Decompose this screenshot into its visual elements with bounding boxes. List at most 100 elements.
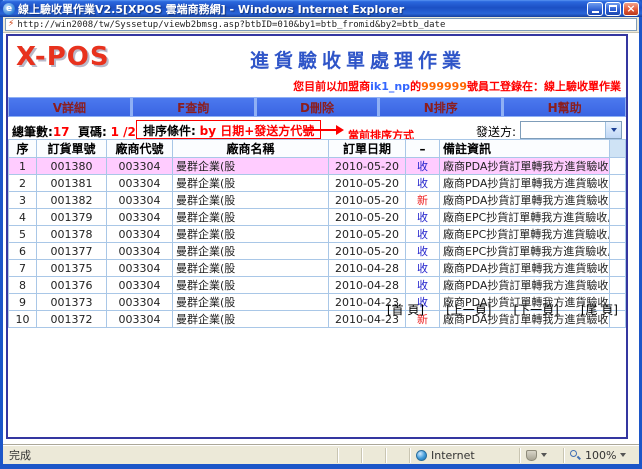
title-bar[interactable]: e 線上驗收單作業V2.5[XPOS 雲端商務網] - Windows Inte… — [0, 0, 642, 17]
cell-status: 收 — [406, 209, 440, 226]
cell-seq: 1 — [9, 158, 37, 175]
status-bar: 完成 Internet 100% — [3, 445, 639, 464]
cell-extra — [610, 175, 626, 192]
sort-condition-box: 排序條件: by 日期+發送方代號 — [136, 120, 321, 139]
ie-icon: e — [3, 3, 15, 15]
cell-vendor-name: 曼群企業(股 — [173, 158, 329, 175]
cell-vendor-code: 003304 — [107, 277, 173, 294]
protected-mode-panel[interactable] — [519, 448, 563, 463]
globe-icon — [416, 450, 427, 461]
table-row[interactable]: 4 001379 003304 曼群企業(股 2010-05-20 收 廠商EP… — [9, 209, 626, 226]
cell-remark: 廠商PDA抄貨訂單轉我方進貨驗收,訂單號：001382 — [440, 192, 610, 209]
toolbar-button[interactable]: N排序 — [379, 97, 503, 117]
browser-viewport: X-POS 進貨驗收單處理作業 您目前以加盟商ik1_np的999999號員工登… — [3, 34, 639, 439]
toolbar: V詳細 F查詢 D刪除 N排序 H幫助 — [8, 97, 626, 117]
header-status[interactable]: – — [406, 140, 440, 158]
magnifier-icon — [570, 450, 581, 461]
table-row[interactable]: 6 001377 003304 曼群企業(股 2010-05-20 收 廠商EP… — [9, 243, 626, 260]
login-text-mid: 的 — [410, 80, 421, 93]
cell-order-date: 2010-05-20 — [329, 209, 406, 226]
window-controls: × — [587, 2, 639, 16]
header-remark[interactable]: 備註資訊 — [440, 140, 610, 158]
zoom-level: 100% — [585, 449, 616, 462]
security-zone-text: Internet — [431, 449, 475, 462]
cell-status: 收 — [406, 243, 440, 260]
sender-label: 發送方: — [476, 123, 516, 140]
login-employee-id: 999999 — [421, 80, 467, 93]
cell-order-no: 001375 — [37, 260, 107, 277]
header-vendor-code[interactable]: 廠商代號 — [107, 140, 173, 158]
chevron-down-icon[interactable] — [605, 122, 621, 138]
cell-remark: 廠商EPC抄貨訂單轉我方進貨驗收,訂單號：001379 — [440, 209, 610, 226]
last-page-link[interactable]: [尾 頁] — [581, 301, 618, 318]
cell-extra — [610, 226, 626, 243]
cell-extra — [610, 260, 626, 277]
maximize-button[interactable] — [605, 2, 621, 16]
cell-remark: 廠商PDA抄貨訂單轉我方進貨驗收,訂單號：001375 — [440, 260, 610, 277]
status-text: 完成 — [3, 447, 337, 463]
cell-order-no: 001372 — [37, 311, 107, 328]
cell-status: 收 — [406, 158, 440, 175]
cell-vendor-code: 003304 — [107, 260, 173, 277]
cell-order-no: 001377 — [37, 243, 107, 260]
minimize-icon — [592, 11, 599, 13]
address-bar: ⚡ http://win2008/tw/Syssetup/viewb2bmsg.… — [3, 17, 639, 33]
cell-order-no: 001382 — [37, 192, 107, 209]
cell-order-date: 2010-04-28 — [329, 277, 406, 294]
cell-vendor-code: 003304 — [107, 192, 173, 209]
toolbar-button[interactable]: V詳細 — [8, 97, 132, 117]
toolbar-button[interactable]: H幫助 — [503, 97, 626, 117]
table-row[interactable]: 2 001381 003304 曼群企業(股 2010-05-20 收 廠商PD… — [9, 175, 626, 192]
table-row[interactable]: 8 001376 003304 曼群企業(股 2010-04-28 收 廠商PD… — [9, 277, 626, 294]
cell-order-no: 001373 — [37, 294, 107, 311]
table-row[interactable]: 5 001378 003304 曼群企業(股 2010-05-20 收 廠商EP… — [9, 226, 626, 243]
sort-arrow-line — [304, 129, 336, 131]
page-number: 頁碼: 1 /2 — [78, 123, 136, 140]
table-header-row: 序 訂貨單號 廠商代號 廠商名稱 訂單日期 – 備註資訊 — [9, 140, 626, 158]
protected-mode-icon — [526, 450, 537, 461]
cell-remark: 廠商PDA抄貨訂單轉我方進貨驗收,訂單號：001380 — [440, 158, 610, 175]
header-vendor-name[interactable]: 廠商名稱 — [173, 140, 329, 158]
url-input[interactable]: ⚡ http://win2008/tw/Syssetup/viewb2bmsg.… — [5, 18, 637, 31]
cell-vendor-name: 曼群企業(股 — [173, 277, 329, 294]
page-icon: ⚡ — [8, 20, 14, 29]
zoom-control[interactable]: 100% — [563, 448, 639, 463]
header-seq[interactable]: 序 — [9, 140, 37, 158]
orders-table: 序 訂貨單號 廠商代號 廠商名稱 訂單日期 – 備註資訊 1 — [8, 139, 626, 328]
first-page-link[interactable]: [首 頁] — [387, 301, 424, 318]
cell-vendor-name: 曼群企業(股 — [173, 175, 329, 192]
sender-select[interactable] — [520, 121, 622, 139]
page-frame: X-POS 進貨驗收單處理作業 您目前以加盟商ik1_np的999999號員工登… — [6, 34, 628, 439]
cell-order-date: 2010-05-20 — [329, 158, 406, 175]
header-order-date[interactable]: 訂單日期 — [329, 140, 406, 158]
cell-seq: 4 — [9, 209, 37, 226]
table-row[interactable]: 1 001380 003304 曼群企業(股 2010-05-20 收 廠商PD… — [9, 158, 626, 175]
status-panel-empty-3 — [385, 448, 409, 463]
ie-window: e 線上驗收單作業V2.5[XPOS 雲端商務網] - Windows Inte… — [0, 0, 642, 469]
next-page-link[interactable]: [下一頁] — [513, 301, 558, 318]
table-row[interactable]: 3 001382 003304 曼群企業(股 2010-05-20 新 廠商PD… — [9, 192, 626, 209]
cell-order-no: 001376 — [37, 277, 107, 294]
sort-arrow-icon — [336, 125, 344, 135]
toolbar-button[interactable]: D刪除 — [256, 97, 380, 117]
prev-page-link[interactable]: [上一頁] — [446, 301, 491, 318]
table-row[interactable]: 7 001375 003304 曼群企業(股 2010-04-28 收 廠商PD… — [9, 260, 626, 277]
page-title: 進貨驗收單處理作業 — [148, 46, 568, 73]
cell-order-date: 2010-04-28 — [329, 260, 406, 277]
cell-remark: 廠商EPC抄貨訂單轉我方進貨驗收,訂單號：001377 — [440, 243, 610, 260]
toolbar-button[interactable]: F查詢 — [132, 97, 256, 117]
header-order-no[interactable]: 訂貨單號 — [37, 140, 107, 158]
minimize-button[interactable] — [587, 2, 603, 16]
chevron-down-icon — [620, 453, 626, 457]
close-button[interactable]: × — [623, 2, 639, 16]
chevron-down-icon — [541, 453, 547, 457]
cell-status: 收 — [406, 277, 440, 294]
xpos-logo: X-POS — [16, 42, 110, 72]
cell-seq: 7 — [9, 260, 37, 277]
cell-seq: 6 — [9, 243, 37, 260]
cell-seq: 5 — [9, 226, 37, 243]
cell-status: 收 — [406, 260, 440, 277]
cell-vendor-code: 003304 — [107, 226, 173, 243]
cell-vendor-code: 003304 — [107, 158, 173, 175]
cell-status: 收 — [406, 226, 440, 243]
